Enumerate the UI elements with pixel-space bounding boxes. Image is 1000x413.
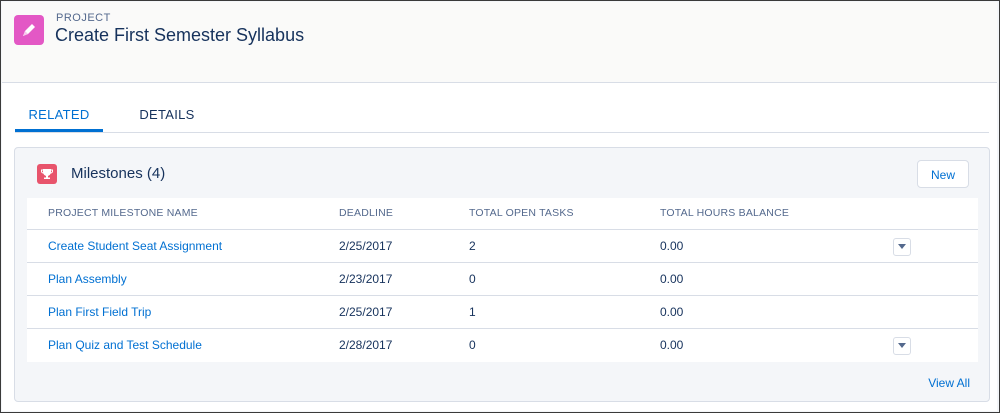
column-header-deadline: DEADLINE	[339, 207, 394, 219]
open-tasks-cell: 1	[469, 305, 476, 319]
column-header-name: PROJECT MILESTONE NAME	[48, 207, 198, 219]
table-row: Plan Quiz and Test Schedule 2/28/2017 0 …	[27, 329, 978, 361]
hours-balance-cell: 0.00	[660, 272, 684, 286]
milestones-card: Milestones (4) New PROJECT MILESTONE NAM…	[14, 147, 990, 402]
view-all-link[interactable]: View All	[928, 376, 970, 390]
row-actions-button[interactable]	[893, 238, 911, 256]
new-button[interactable]: New	[917, 160, 969, 188]
deadline-cell: 2/28/2017	[339, 338, 393, 352]
page-title: Create First Semester Syllabus	[55, 25, 305, 45]
tab-details[interactable]: DETAILS	[137, 101, 197, 131]
pencil-icon	[14, 15, 44, 45]
deadline-cell: 2/25/2017	[339, 239, 393, 253]
milestone-name-link[interactable]: Create Student Seat Assignment	[48, 239, 222, 253]
open-tasks-cell: 2	[469, 239, 476, 253]
chevron-down-icon	[898, 343, 906, 348]
column-header-hours-balance: TOTAL HOURS BALANCE	[660, 207, 790, 219]
table-row: Plan Assembly 2/23/2017 0 0.00	[27, 263, 978, 296]
table-header: PROJECT MILESTONE NAME DEADLINE TOTAL OP…	[27, 198, 978, 230]
record-body: RELATED DETAILS Milestones (4) New PROJE…	[2, 83, 997, 411]
hours-balance-cell: 0.00	[660, 305, 684, 319]
record-type-label: Project	[56, 12, 111, 24]
app-frame: Project Create First Semester Syllabus R…	[0, 0, 1000, 413]
milestone-name-link[interactable]: Plan First Field Trip	[48, 305, 151, 319]
tab-bar: RELATED DETAILS	[15, 101, 989, 133]
card-title: Milestones (4)	[71, 165, 166, 182]
open-tasks-cell: 0	[469, 338, 476, 352]
hours-balance-cell: 0.00	[660, 338, 684, 352]
open-tasks-cell: 0	[469, 272, 476, 286]
deadline-cell: 2/23/2017	[339, 272, 393, 286]
record-header: Project Create First Semester Syllabus	[2, 2, 997, 83]
milestones-table: PROJECT MILESTONE NAME DEADLINE TOTAL OP…	[27, 198, 978, 362]
hours-balance-cell: 0.00	[660, 239, 684, 253]
milestone-name-link[interactable]: Plan Assembly	[48, 272, 127, 286]
trophy-icon	[37, 164, 57, 184]
table-row: Plan First Field Trip 2/25/2017 1 0.00	[27, 296, 978, 329]
row-actions-button[interactable]	[893, 337, 911, 355]
table-row: Create Student Seat Assignment 2/25/2017…	[27, 230, 978, 263]
milestone-name-link[interactable]: Plan Quiz and Test Schedule	[48, 338, 202, 352]
tab-related[interactable]: RELATED	[15, 101, 103, 132]
deadline-cell: 2/25/2017	[339, 305, 393, 319]
column-header-open-tasks: TOTAL OPEN TASKS	[469, 207, 574, 219]
chevron-down-icon	[898, 244, 906, 249]
